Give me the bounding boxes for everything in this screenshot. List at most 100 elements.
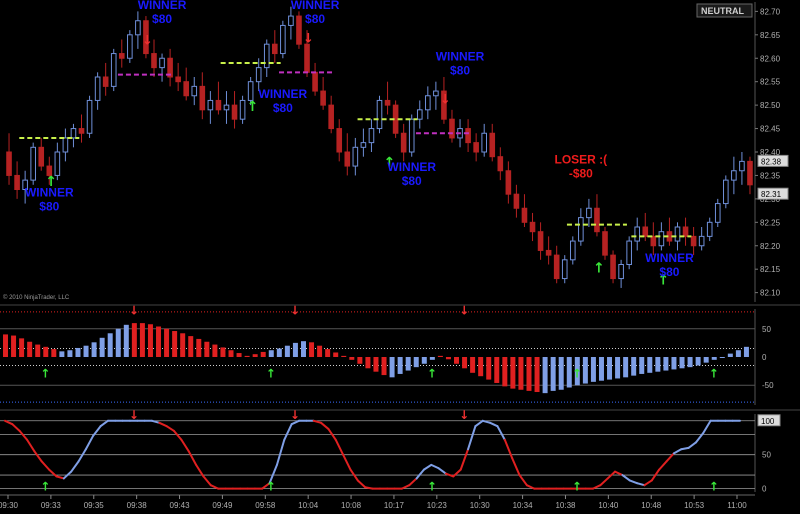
osc-bar[interactable] (244, 355, 250, 357)
candle-body[interactable] (231, 104, 238, 120)
osc-bar[interactable] (204, 341, 210, 357)
candle-body[interactable] (513, 193, 520, 209)
candle-body[interactable] (159, 57, 165, 69)
osc-bar[interactable] (437, 355, 443, 357)
candle-body[interactable] (384, 99, 391, 106)
osc-bar[interactable] (735, 350, 741, 357)
osc-bar[interactable] (147, 324, 153, 357)
trading-chart[interactable]: 82.7082.6582.6082.5582.5082.4582.4082.35… (0, 0, 800, 514)
candle-body[interactable] (497, 156, 504, 172)
osc-bar[interactable] (462, 357, 468, 369)
candle-body[interactable] (118, 53, 125, 59)
osc-bar[interactable] (639, 357, 645, 374)
osc-bar[interactable] (373, 357, 379, 372)
osc-bar[interactable] (333, 352, 339, 357)
osc-bar[interactable] (188, 336, 194, 357)
osc-bar[interactable] (252, 354, 258, 357)
candle-body[interactable] (545, 249, 552, 256)
osc-bar[interactable] (212, 344, 218, 357)
stoch-segment[interactable] (364, 486, 374, 490)
candle-body[interactable] (489, 132, 496, 158)
osc-bar[interactable] (317, 345, 323, 357)
candle-body[interactable] (739, 160, 745, 172)
osc-bar[interactable] (623, 357, 629, 378)
candle-body[interactable] (135, 20, 141, 36)
candle-body[interactable] (626, 240, 632, 265)
osc-bar[interactable] (220, 347, 226, 357)
osc-bar[interactable] (429, 357, 435, 360)
stoch-segment[interactable] (680, 446, 690, 451)
osc-bar[interactable] (590, 357, 596, 382)
candle-body[interactable] (481, 132, 487, 153)
osc-bar[interactable] (156, 326, 162, 357)
osc-bar[interactable] (11, 335, 17, 357)
candle-body[interactable] (272, 43, 278, 55)
osc-bar[interactable] (3, 334, 8, 357)
osc-bar[interactable] (518, 357, 524, 390)
candle-body[interactable] (360, 142, 367, 148)
osc-bar[interactable] (131, 323, 137, 357)
candle-body[interactable] (569, 240, 576, 261)
candle-body[interactable] (682, 226, 689, 237)
osc-bar[interactable] (389, 357, 395, 378)
osc-bar[interactable] (510, 357, 516, 389)
candle-body[interactable] (690, 235, 697, 247)
osc-bar[interactable] (494, 357, 500, 383)
osc-bar[interactable] (719, 357, 725, 358)
osc-bar[interactable] (276, 348, 282, 357)
candle-body[interactable] (553, 254, 560, 280)
osc-bar[interactable] (325, 349, 331, 357)
osc-bar[interactable] (397, 357, 403, 374)
osc-bar[interactable] (172, 331, 178, 357)
candle-body[interactable] (650, 235, 657, 247)
candle-body[interactable] (320, 90, 326, 106)
candle-body[interactable] (336, 128, 343, 153)
candle-body[interactable] (618, 264, 624, 280)
osc-bar[interactable] (43, 346, 49, 357)
osc-bar[interactable] (268, 350, 274, 357)
candle-body[interactable] (14, 174, 20, 190)
candle-body[interactable] (6, 151, 12, 176)
candle-body[interactable] (634, 226, 641, 242)
osc-bar[interactable] (139, 323, 145, 357)
osc-bar[interactable] (59, 351, 65, 357)
candle-body[interactable] (449, 118, 455, 139)
candle-body[interactable] (312, 71, 318, 92)
candle-body[interactable] (54, 151, 61, 176)
osc-bar[interactable] (349, 357, 355, 360)
osc-bar[interactable] (75, 347, 81, 357)
candle-body[interactable] (674, 226, 681, 242)
osc-bar[interactable] (91, 342, 97, 357)
osc-bar[interactable] (413, 357, 419, 368)
candle-body[interactable] (86, 99, 93, 134)
osc-bar[interactable] (300, 341, 306, 357)
osc-bar[interactable] (123, 324, 129, 357)
osc-bar[interactable] (486, 357, 492, 380)
candle-body[interactable] (288, 15, 294, 26)
candle-body[interactable] (578, 217, 584, 242)
candle-body[interactable] (714, 203, 721, 223)
osc-bar[interactable] (727, 353, 733, 357)
candle-body[interactable] (199, 85, 206, 111)
candle-body[interactable] (602, 231, 608, 256)
osc-bar[interactable] (381, 357, 387, 376)
candle-body[interactable] (151, 53, 157, 69)
osc-bar[interactable] (260, 351, 266, 357)
candle-body[interactable] (328, 104, 334, 130)
candle-body[interactable] (94, 76, 101, 101)
candle-body[interactable] (416, 109, 423, 120)
osc-bar[interactable] (357, 357, 363, 364)
osc-bar[interactable] (743, 346, 749, 357)
osc-bar[interactable] (582, 357, 588, 384)
candle-body[interactable] (70, 128, 77, 139)
candle-body[interactable] (102, 76, 109, 87)
candle-body[interactable] (223, 104, 230, 111)
candle-body[interactable] (207, 99, 214, 111)
osc-bar[interactable] (51, 349, 57, 357)
candle-body[interactable] (706, 221, 713, 237)
candle-body[interactable] (191, 85, 198, 97)
osc-bar[interactable] (196, 338, 202, 357)
osc-bar[interactable] (703, 357, 709, 363)
osc-bar[interactable] (502, 357, 508, 387)
osc-bar[interactable] (236, 353, 242, 357)
